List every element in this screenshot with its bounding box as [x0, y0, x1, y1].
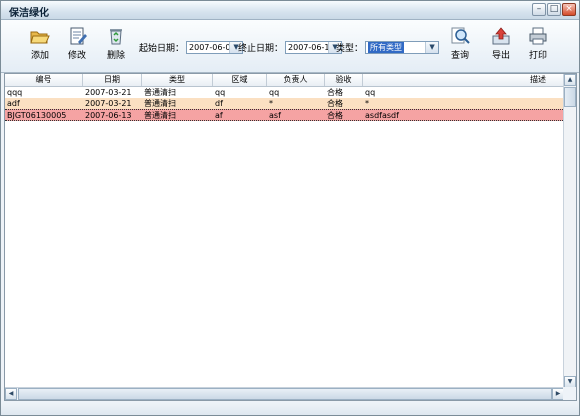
add-label: 添加 [30, 51, 49, 61]
cell-date: 2007-06-13 [85, 111, 132, 120]
column-header[interactable]: 负责人 [267, 74, 325, 86]
end-date-filter: 终止日期： 2007-06-13 ▼ [238, 40, 343, 54]
table-row[interactable]: qqq 2007-03-21 普通清扫 qq qq 合格 qq [5, 87, 565, 98]
printer-icon [529, 27, 547, 45]
cell-owner: asf [269, 111, 281, 120]
cell-date: 2007-03-21 [85, 88, 132, 97]
vertical-scroll-thumb[interactable] [564, 87, 576, 107]
type-filter: 类型： 所有类型 ▼ [336, 40, 440, 54]
recycle-bin-icon [110, 29, 122, 45]
cell-description: qq [365, 88, 376, 97]
add-button[interactable]: 添加 [23, 26, 57, 61]
column-header[interactable]: 编号 [5, 74, 83, 86]
cell-id: adf [7, 99, 20, 108]
query-button[interactable]: 查询 [443, 26, 477, 61]
cell-type: 普通清扫 [144, 99, 176, 108]
data-grid: 编号 日期 类型 区域 负责人 验收 描述 qqq 2007-03-21 普通清… [4, 73, 577, 401]
delete-label: 删除 [106, 51, 125, 61]
cell-acceptance: 合格 [327, 99, 343, 108]
end-date-label: 终止日期： [238, 43, 284, 54]
status-bar [1, 402, 579, 415]
cell-date: 2007-03-21 [85, 99, 132, 108]
window-title: 保洁绿化 [9, 8, 49, 19]
toolbar: 添加 修改 删除 起始日期： 2007-06-01 ▼ 终止日期： 2007-0… [1, 20, 579, 73]
minimize-button[interactable]: – [532, 3, 546, 16]
folder-open-icon [30, 31, 50, 44]
cell-description: asdfasdf [365, 111, 399, 120]
cell-area: qq [215, 88, 226, 97]
title-bar: 保洁绿化 – □ × [1, 1, 579, 20]
horizontal-scrollbar[interactable]: ◀ ▶ [5, 387, 564, 400]
start-date-dropdown[interactable]: 2007-06-01 ▼ [186, 40, 244, 54]
export-button[interactable]: 导出 [484, 26, 518, 61]
scrollbar-corner [563, 387, 576, 400]
cell-acceptance: 合格 [327, 111, 343, 120]
edit-button[interactable]: 修改 [60, 26, 94, 61]
horizontal-scroll-thumb[interactable] [18, 388, 552, 400]
cell-id: qqq [7, 88, 23, 97]
table-header: 编号 日期 类型 区域 负责人 验收 描述 [5, 74, 565, 87]
table-row-selected[interactable]: BJGT06130005 2007-06-13 普通清扫 af asf 合格 a… [5, 109, 565, 121]
query-label: 查询 [450, 51, 469, 61]
cell-type: 普通清扫 [144, 111, 176, 120]
table-row[interactable]: adf 2007-03-21 普通清扫 df * 合格 * [5, 98, 565, 109]
magnifier-icon [451, 27, 470, 44]
start-date-filter: 起始日期： 2007-06-01 ▼ [139, 40, 244, 54]
type-label: 类型： [336, 43, 364, 54]
app-window: 保洁绿化 – □ × 添加 修改 删除 起始日期： 2007-06-01 ▼ 终… [0, 0, 580, 416]
column-header[interactable]: 验收 [325, 74, 363, 86]
print-label: 打印 [528, 51, 547, 61]
cell-acceptance: 合格 [327, 88, 343, 97]
cell-id: BJGT06130005 [7, 111, 67, 120]
export-label: 导出 [491, 51, 510, 61]
cell-owner: qq [269, 88, 280, 97]
start-date-label: 起始日期： [139, 43, 185, 54]
type-dropdown[interactable]: 所有类型 ▼ [365, 40, 440, 54]
export-upload-icon [492, 27, 510, 45]
delete-button[interactable]: 删除 [99, 26, 133, 61]
window-controls: – □ × [532, 3, 576, 16]
print-button[interactable]: 打印 [521, 26, 555, 61]
cell-owner: * [269, 99, 273, 108]
cell-area: df [215, 99, 223, 108]
vertical-scrollbar[interactable]: ▲ ▼ [563, 74, 576, 388]
column-header[interactable]: 区域 [213, 74, 267, 86]
maximize-button[interactable]: □ [547, 3, 561, 16]
column-header[interactable]: 描述 [363, 74, 565, 86]
cell-description: * [365, 99, 369, 108]
column-header[interactable]: 日期 [83, 74, 142, 86]
edit-label: 修改 [67, 51, 86, 61]
chevron-down-icon[interactable]: ▼ [425, 41, 439, 53]
scroll-left-icon[interactable]: ◀ [5, 388, 17, 400]
cell-type: 普通清扫 [144, 88, 176, 97]
column-header[interactable]: 类型 [142, 74, 213, 86]
end-date-dropdown[interactable]: 2007-06-13 ▼ [285, 40, 343, 54]
scroll-up-icon[interactable]: ▲ [564, 74, 576, 86]
cell-area: af [215, 111, 223, 120]
close-button[interactable]: × [562, 3, 576, 16]
type-value: 所有类型 [368, 41, 405, 53]
document-edit-icon [70, 27, 87, 45]
